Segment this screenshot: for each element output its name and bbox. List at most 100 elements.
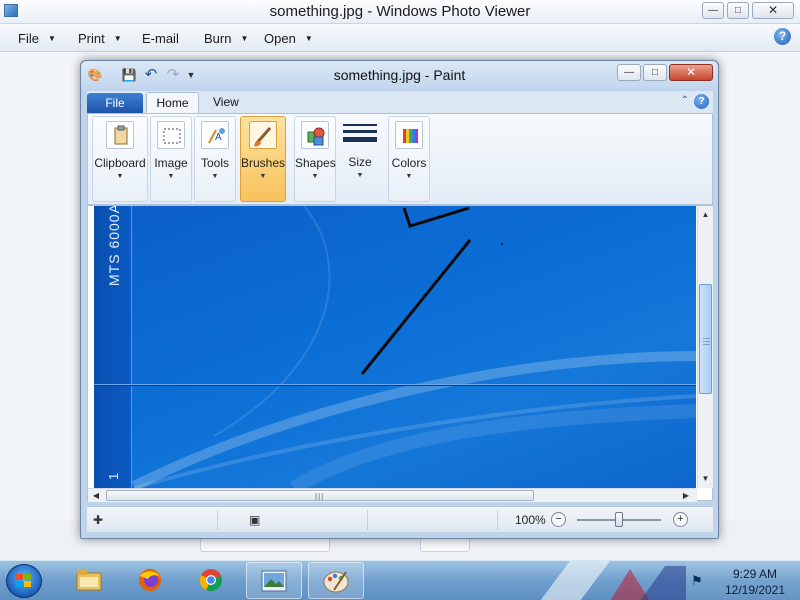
ribbon-group-image[interactable]: Image ▼: [150, 116, 192, 202]
status-separator: [217, 510, 218, 530]
paint-titlebar: 🎨 💾 ↶ ↷ ▼ something.jpg - Paint — □ ✕: [81, 61, 718, 89]
scroll-right-icon[interactable]: ▶: [680, 489, 692, 502]
zoom-in-button[interactable]: +: [673, 512, 688, 527]
chevron-down-icon: ▼: [167, 173, 175, 180]
start-button[interactable]: [6, 564, 42, 598]
brush-icon: [249, 121, 277, 149]
chevron-down-icon: ▼: [304, 34, 313, 43]
clipboard-icon: [106, 121, 134, 149]
ribbon-group-colors[interactable]: Colors ▼: [388, 116, 430, 202]
tab-file[interactable]: File: [87, 93, 143, 113]
horizontal-scroll-thumb[interactable]: |||: [106, 490, 534, 501]
scroll-left-icon[interactable]: ◀: [90, 489, 102, 502]
ribbon-group-label: Image: [154, 156, 188, 170]
taskbar-photo-viewer[interactable]: [246, 562, 302, 599]
menu-open[interactable]: Open ▼: [264, 31, 313, 46]
chevron-down-icon: ▼: [356, 172, 364, 179]
chevron-down-icon: ▼: [311, 173, 319, 180]
menu-burn[interactable]: Burn ▼: [204, 31, 248, 46]
taskbar-firefox[interactable]: [123, 562, 179, 599]
photo-viewer-title: something.jpg - Windows Photo Viewer: [269, 3, 531, 20]
windows-logo-icon: [16, 574, 32, 589]
image-divider-line: [94, 384, 696, 386]
ribbon-group-label: Colors: [391, 156, 427, 170]
scroll-up-icon[interactable]: ▲: [699, 208, 712, 222]
help-icon[interactable]: ?: [694, 94, 709, 109]
help-icon[interactable]: ?: [774, 28, 791, 45]
horizontal-scrollbar[interactable]: ◀ ||| ▶: [88, 488, 697, 502]
status-separator: [367, 510, 368, 530]
menu-email[interactable]: E-mail: [142, 31, 179, 46]
menu-print[interactable]: Print ▼: [78, 31, 122, 46]
taskbar-background-graphic: [540, 561, 686, 600]
image-select-icon: [157, 121, 185, 149]
maximize-button[interactable]: □: [727, 2, 749, 19]
firefox-icon: [139, 569, 161, 591]
ribbon-group-label: Size: [348, 155, 372, 169]
scroll-grip-icon: — — —: [703, 335, 710, 348]
color-palette-icon: [395, 121, 423, 149]
taskbar-paint[interactable]: [308, 562, 364, 599]
chevron-down-icon: ▼: [47, 34, 56, 43]
clock-date[interactable]: 12/19/2021: [716, 583, 794, 597]
zoom-out-button[interactable]: −: [551, 512, 566, 527]
menu-burn-label: Burn: [204, 31, 232, 46]
clock-time[interactable]: 9:29 AM: [716, 567, 794, 581]
canvas-area: MTS 6000A 1 ▲ — — — ▼ ◀ ||| ▶: [87, 205, 713, 502]
photo-viewer-titlebar: something.jpg - Windows Photo Viewer — □…: [0, 0, 800, 24]
drawing-canvas[interactable]: MTS 6000A 1: [94, 206, 696, 488]
ribbon-group-size[interactable]: Size ▼: [338, 116, 382, 202]
close-button[interactable]: ✕: [752, 2, 794, 19]
chevron-down-icon: ▼: [405, 173, 413, 180]
status-separator: [497, 510, 498, 530]
paint-window: 🎨 💾 ↶ ↷ ▼ something.jpg - Paint — □ ✕ Fi…: [80, 60, 719, 539]
chevron-down-icon: ▼: [113, 34, 122, 43]
chevron-down-icon: ▼: [240, 34, 249, 43]
status-bar: ✚ ▣ 100% − +: [87, 506, 713, 532]
ribbon-tabs: File Home View ⌃ ?: [87, 91, 713, 113]
scroll-down-icon[interactable]: ▼: [699, 472, 712, 486]
scroll-grip-icon: |||: [315, 492, 325, 501]
taskbar: ⚑ 9:29 AM 12/19/2021: [0, 560, 800, 600]
selection-size-icon: ▣: [249, 513, 261, 527]
image-side-number: 1: [106, 472, 121, 480]
paint-close-button[interactable]: ✕: [669, 64, 713, 81]
paint-icon: [323, 571, 349, 593]
zoom-level: 100%: [515, 513, 546, 527]
vertical-scrollbar[interactable]: ▲ — — — ▼: [697, 206, 713, 488]
ribbon-group-brushes[interactable]: Brushes ▼: [240, 116, 286, 202]
zoom-slider-thumb[interactable]: [615, 512, 623, 527]
minimize-ribbon-icon[interactable]: ⌃: [681, 95, 689, 106]
menu-email-label: E-mail: [142, 31, 179, 46]
ribbon-group-label: Clipboard: [94, 156, 146, 170]
line-size-icon: [343, 120, 377, 148]
ribbon-group-tools[interactable]: A Tools ▼: [194, 116, 236, 202]
tab-home[interactable]: Home: [146, 92, 199, 113]
image-side-text: MTS 6000A: [106, 206, 122, 286]
cursor-position-icon: ✚: [93, 513, 104, 527]
ribbon-group-label: Brushes: [241, 156, 286, 170]
photo-viewer-icon: [261, 570, 287, 592]
taskbar-file-explorer[interactable]: [62, 562, 118, 599]
menu-open-label: Open: [264, 31, 296, 46]
ribbon-group-label: Shapes: [295, 156, 336, 170]
ribbon: Clipboard ▼ Image ▼ A Tools ▼ Brushes ▼: [87, 113, 713, 205]
chevron-down-icon: ▼: [116, 173, 124, 180]
ribbon-group-shapes[interactable]: Shapes ▼: [294, 116, 336, 202]
canvas-artwork: [131, 206, 696, 488]
taskbar-chrome[interactable]: [184, 562, 240, 599]
chevron-down-icon: ▼: [211, 173, 219, 180]
ribbon-group-clipboard[interactable]: Clipboard ▼: [92, 116, 148, 202]
photo-viewer-menubar: File ▼ Print ▼ E-mail Burn ▼ Open ▼ ?: [0, 24, 800, 52]
minimize-button[interactable]: —: [702, 2, 724, 19]
tab-view[interactable]: View: [213, 95, 239, 109]
file-explorer-icon: [76, 570, 102, 591]
paint-minimize-button[interactable]: —: [617, 64, 641, 81]
menu-file[interactable]: File ▼: [18, 31, 56, 46]
system-tray: ⚑ 9:29 AM 12/19/2021: [686, 561, 800, 600]
shapes-icon: [301, 121, 329, 149]
action-center-flag-icon[interactable]: ⚑: [691, 573, 703, 589]
chrome-icon: [199, 569, 222, 592]
vertical-scroll-thumb[interactable]: — — —: [699, 284, 712, 394]
paint-maximize-button[interactable]: □: [643, 64, 667, 81]
